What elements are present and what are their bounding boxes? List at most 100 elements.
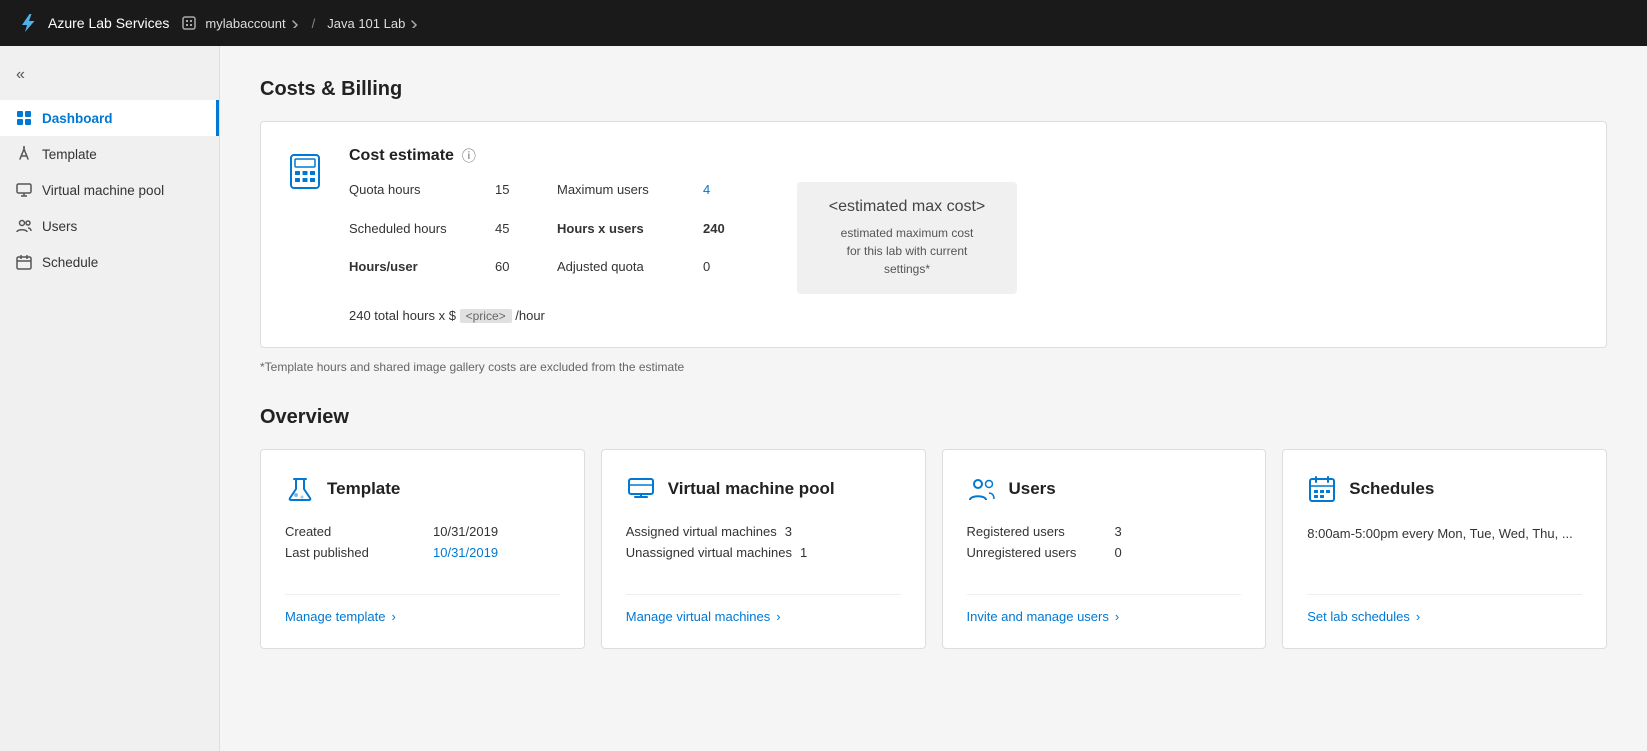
overview-grid: Template Created 10/31/2019 Last publish… [260,449,1607,649]
manage-vms-link[interactable]: Manage virtual machines › [626,594,901,624]
manage-template-arrow-icon: › [391,609,395,624]
costs-billing-title: Costs & Billing [260,78,1607,101]
price-placeholder: <price> [460,309,512,323]
sidebar-item-users-label: Users [42,219,77,234]
cost-estimate-card: Cost estimate ⓘ Quota hours 15 Maximum u… [260,121,1607,348]
overview-card-users-header: Users [967,474,1242,504]
invite-users-arrow-icon: › [1115,609,1119,624]
brand-text: Azure Lab Services [48,15,169,31]
overview-card-users-body: Registered users 3 Unregistered users 0 [967,524,1242,578]
overview-card-schedules-header: Schedules [1307,474,1582,504]
cost-card-body: Cost estimate ⓘ Quota hours 15 Maximum u… [349,146,1582,323]
account-chevron-icon [290,18,300,28]
vm-unassigned-label: Unassigned virtual machines [626,545,792,560]
cost-row-hours-x-users: Hours x users 240 [557,221,757,256]
overview-card-schedules-body: 8:00am-5:00pm every Mon, Tue, Wed, Thu, … [1307,524,1582,578]
vm-unassigned-row: Unassigned virtual machines 1 [626,545,901,560]
max-users-value: 4 [703,182,710,217]
overview-card-users-title: Users [1009,479,1056,499]
template-created-row: Created 10/31/2019 [285,524,560,539]
manage-vms-arrow-icon: › [776,609,780,624]
manage-template-link[interactable]: Manage template › [285,594,560,624]
cost-row-hours-per-user: Hours/user 60 [349,259,549,294]
unregistered-users-row: Unregistered users 0 [967,545,1242,560]
sidebar-item-dashboard[interactable]: Dashboard [0,100,219,136]
unregistered-users-value: 0 [1115,545,1122,560]
max-cost-desc: estimated maximum costfor this lab with … [821,224,993,278]
sidebar-item-dashboard-label: Dashboard [42,111,113,126]
account-icon [181,15,197,31]
overview-card-template-title: Template [327,479,400,499]
sidebar-item-users[interactable]: Users [0,208,219,244]
lab-chevron-icon [409,18,419,28]
cost-card-title: Cost estimate [349,147,454,165]
template-published-value: 10/31/2019 [433,545,498,560]
main-content: Costs & Billing Cost estimate [220,46,1647,751]
sidebar-collapse-button[interactable]: « [0,58,219,92]
overview-card-users: Users Registered users 3 Unregistered us… [942,449,1267,649]
vm-unassigned-value: 1 [800,545,807,560]
invite-manage-users-link[interactable]: Invite and manage users › [967,594,1242,624]
template-icon [16,146,32,162]
info-icon[interactable]: ⓘ [462,146,476,166]
adjusted-quota-label: Adjusted quota [557,259,687,294]
template-published-row: Last published 10/31/2019 [285,545,560,560]
set-schedules-arrow-icon: › [1416,609,1420,624]
template-created-label: Created [285,524,425,539]
max-users-label: Maximum users [557,182,687,217]
schedule-text: 8:00am-5:00pm every Mon, Tue, Wed, Thu, … [1307,526,1572,541]
overview-card-template: Template Created 10/31/2019 Last publish… [260,449,585,649]
cost-row-quota: Quota hours 15 [349,182,549,217]
overview-card-template-body: Created 10/31/2019 Last published 10/31/… [285,524,560,578]
users-icon [16,218,32,234]
vm-assigned-value: 3 [785,524,792,539]
scheduled-hours-label: Scheduled hours [349,221,479,256]
sidebar-item-schedule-label: Schedule [42,255,98,270]
cost-card-header: Cost estimate ⓘ [349,146,1582,166]
overview-title: Overview [260,406,1607,429]
overview-card-vm-pool-title: Virtual machine pool [668,479,835,499]
hours-per-user-value: 60 [495,259,509,294]
breadcrumb-separator: / [312,16,316,31]
sidebar-item-template[interactable]: Template [0,136,219,172]
template-created-value: 10/31/2019 [433,524,498,539]
sidebar-item-vm-pool[interactable]: Virtual machine pool [0,172,219,208]
cost-total: 240 total hours x $ <price> /hour [349,308,1582,323]
unregistered-users-label: Unregistered users [967,545,1107,560]
vm-pool-icon [626,474,656,504]
vm-assigned-label: Assigned virtual machines [626,524,777,539]
max-cost-label: <estimated max cost> [821,198,993,216]
hours-x-users-value: 240 [703,221,725,256]
users-overview-icon [967,474,997,504]
sidebar: « Dashboard Template [0,46,220,751]
top-navigation: Azure Lab Services mylabaccount / Java 1… [0,0,1647,46]
account-breadcrumb[interactable]: mylabaccount [205,16,299,31]
max-cost-box: <estimated max cost> estimated maximum c… [797,182,1017,294]
registered-users-label: Registered users [967,524,1107,539]
monitor-icon [16,182,32,198]
quota-hours-value: 15 [495,182,509,217]
hours-per-user-label: Hours/user [349,259,479,294]
cost-row-adjusted-quota: Adjusted quota 0 [557,259,757,294]
cost-calculator-icon [285,150,325,191]
overview-card-vm-pool-body: Assigned virtual machines 3 Unassigned v… [626,524,901,578]
brand: Azure Lab Services [16,11,169,35]
dashboard-icon [16,110,32,126]
cost-row-max-users: Maximum users 4 [557,182,757,217]
lab-breadcrumb[interactable]: Java 101 Lab [327,16,419,31]
flask-icon [285,474,315,504]
overview-card-template-header: Template [285,474,560,504]
scheduled-hours-value: 45 [495,221,509,256]
sidebar-item-schedule[interactable]: Schedule [0,244,219,280]
overview-card-vm-pool-header: Virtual machine pool [626,474,901,504]
quota-hours-label: Quota hours [349,182,479,217]
adjusted-quota-value: 0 [703,259,710,294]
vm-assigned-row: Assigned virtual machines 3 [626,524,901,539]
sidebar-item-vm-pool-label: Virtual machine pool [42,183,164,198]
schedules-overview-icon [1307,474,1337,504]
app-container: « Dashboard Template [0,46,1647,751]
cost-details-grid: Quota hours 15 Maximum users 4 Scheduled… [349,182,757,294]
set-lab-schedules-link[interactable]: Set lab schedules › [1307,594,1582,624]
overview-card-vm-pool: Virtual machine pool Assigned virtual ma… [601,449,926,649]
cost-footnote: *Template hours and shared image gallery… [260,360,1607,374]
